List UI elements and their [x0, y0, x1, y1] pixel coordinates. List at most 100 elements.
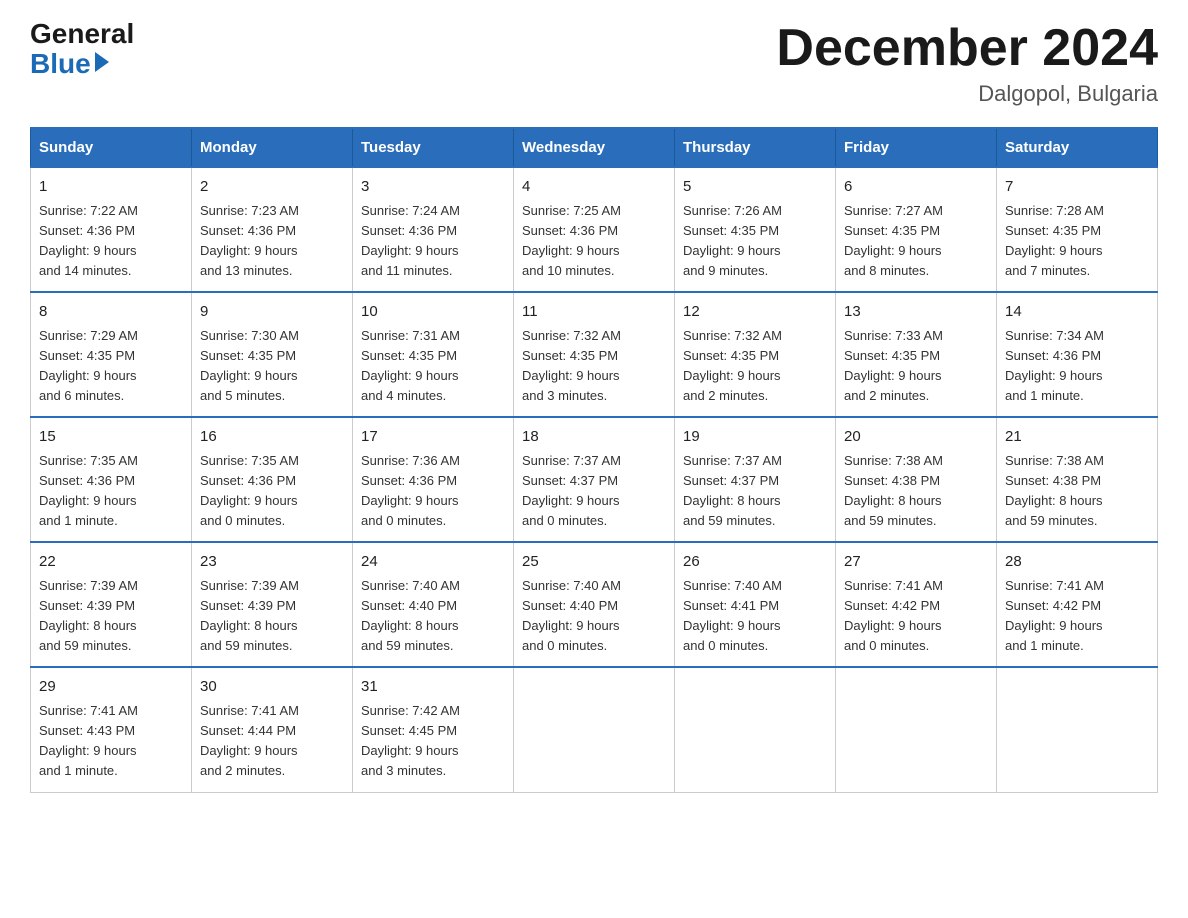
calendar-week-row: 15 Sunrise: 7:35 AMSunset: 4:36 PMDaylig…: [31, 417, 1158, 542]
location-subtitle: Dalgopol, Bulgaria: [776, 81, 1158, 107]
calendar-cell: 1 Sunrise: 7:22 AMSunset: 4:36 PMDayligh…: [31, 167, 192, 292]
page-header: General Blue December 2024 Dalgopol, Bul…: [30, 20, 1158, 107]
calendar-cell: [514, 667, 675, 792]
day-info: Sunrise: 7:37 AMSunset: 4:37 PMDaylight:…: [683, 453, 782, 528]
day-info: Sunrise: 7:32 AMSunset: 4:35 PMDaylight:…: [683, 328, 782, 403]
day-number: 13: [844, 301, 988, 324]
calendar-cell: 12 Sunrise: 7:32 AMSunset: 4:35 PMDaylig…: [675, 292, 836, 417]
day-info: Sunrise: 7:38 AMSunset: 4:38 PMDaylight:…: [844, 453, 943, 528]
day-info: Sunrise: 7:31 AMSunset: 4:35 PMDaylight:…: [361, 328, 460, 403]
day-number: 27: [844, 551, 988, 574]
day-info: Sunrise: 7:32 AMSunset: 4:35 PMDaylight:…: [522, 328, 621, 403]
day-info: Sunrise: 7:33 AMSunset: 4:35 PMDaylight:…: [844, 328, 943, 403]
day-number: 8: [39, 301, 183, 324]
day-number: 24: [361, 551, 505, 574]
day-info: Sunrise: 7:25 AMSunset: 4:36 PMDaylight:…: [522, 203, 621, 278]
weekday-header-thursday: Thursday: [675, 128, 836, 167]
calendar-cell: 7 Sunrise: 7:28 AMSunset: 4:35 PMDayligh…: [997, 167, 1158, 292]
month-title: December 2024: [776, 20, 1158, 77]
day-number: 9: [200, 301, 344, 324]
calendar-cell: 25 Sunrise: 7:40 AMSunset: 4:40 PMDaylig…: [514, 542, 675, 667]
calendar-cell: 4 Sunrise: 7:25 AMSunset: 4:36 PMDayligh…: [514, 167, 675, 292]
calendar-cell: 13 Sunrise: 7:33 AMSunset: 4:35 PMDaylig…: [836, 292, 997, 417]
day-number: 10: [361, 301, 505, 324]
title-block: December 2024 Dalgopol, Bulgaria: [776, 20, 1158, 107]
calendar-cell: 28 Sunrise: 7:41 AMSunset: 4:42 PMDaylig…: [997, 542, 1158, 667]
calendar-cell: [997, 667, 1158, 792]
day-info: Sunrise: 7:28 AMSunset: 4:35 PMDaylight:…: [1005, 203, 1104, 278]
day-info: Sunrise: 7:24 AMSunset: 4:36 PMDaylight:…: [361, 203, 460, 278]
weekday-header-row: SundayMondayTuesdayWednesdayThursdayFrid…: [31, 128, 1158, 167]
calendar-table: SundayMondayTuesdayWednesdayThursdayFrid…: [30, 127, 1158, 792]
calendar-cell: [675, 667, 836, 792]
day-number: 7: [1005, 176, 1149, 199]
calendar-cell: 3 Sunrise: 7:24 AMSunset: 4:36 PMDayligh…: [353, 167, 514, 292]
calendar-cell: 20 Sunrise: 7:38 AMSunset: 4:38 PMDaylig…: [836, 417, 997, 542]
day-number: 3: [361, 176, 505, 199]
calendar-cell: 18 Sunrise: 7:37 AMSunset: 4:37 PMDaylig…: [514, 417, 675, 542]
calendar-cell: 26 Sunrise: 7:40 AMSunset: 4:41 PMDaylig…: [675, 542, 836, 667]
day-number: 30: [200, 676, 344, 699]
day-info: Sunrise: 7:38 AMSunset: 4:38 PMDaylight:…: [1005, 453, 1104, 528]
day-number: 1: [39, 176, 183, 199]
calendar-cell: [836, 667, 997, 792]
day-info: Sunrise: 7:22 AMSunset: 4:36 PMDaylight:…: [39, 203, 138, 278]
weekday-header-sunday: Sunday: [31, 128, 192, 167]
weekday-header-monday: Monday: [192, 128, 353, 167]
calendar-week-row: 29 Sunrise: 7:41 AMSunset: 4:43 PMDaylig…: [31, 667, 1158, 792]
day-info: Sunrise: 7:41 AMSunset: 4:43 PMDaylight:…: [39, 703, 138, 778]
calendar-cell: 6 Sunrise: 7:27 AMSunset: 4:35 PMDayligh…: [836, 167, 997, 292]
day-info: Sunrise: 7:40 AMSunset: 4:41 PMDaylight:…: [683, 578, 782, 653]
calendar-week-row: 1 Sunrise: 7:22 AMSunset: 4:36 PMDayligh…: [31, 167, 1158, 292]
weekday-header-friday: Friday: [836, 128, 997, 167]
day-number: 14: [1005, 301, 1149, 324]
logo-general-text: General: [30, 20, 134, 48]
weekday-header-tuesday: Tuesday: [353, 128, 514, 167]
day-number: 28: [1005, 551, 1149, 574]
day-info: Sunrise: 7:29 AMSunset: 4:35 PMDaylight:…: [39, 328, 138, 403]
day-info: Sunrise: 7:42 AMSunset: 4:45 PMDaylight:…: [361, 703, 460, 778]
day-info: Sunrise: 7:41 AMSunset: 4:44 PMDaylight:…: [200, 703, 299, 778]
day-number: 2: [200, 176, 344, 199]
day-number: 17: [361, 426, 505, 449]
day-number: 5: [683, 176, 827, 199]
day-info: Sunrise: 7:39 AMSunset: 4:39 PMDaylight:…: [39, 578, 138, 653]
day-number: 23: [200, 551, 344, 574]
day-info: Sunrise: 7:40 AMSunset: 4:40 PMDaylight:…: [522, 578, 621, 653]
day-number: 29: [39, 676, 183, 699]
calendar-cell: 31 Sunrise: 7:42 AMSunset: 4:45 PMDaylig…: [353, 667, 514, 792]
calendar-cell: 14 Sunrise: 7:34 AMSunset: 4:36 PMDaylig…: [997, 292, 1158, 417]
day-number: 25: [522, 551, 666, 574]
day-number: 19: [683, 426, 827, 449]
weekday-header-saturday: Saturday: [997, 128, 1158, 167]
calendar-cell: 29 Sunrise: 7:41 AMSunset: 4:43 PMDaylig…: [31, 667, 192, 792]
day-info: Sunrise: 7:36 AMSunset: 4:36 PMDaylight:…: [361, 453, 460, 528]
day-number: 20: [844, 426, 988, 449]
day-number: 4: [522, 176, 666, 199]
calendar-cell: 24 Sunrise: 7:40 AMSunset: 4:40 PMDaylig…: [353, 542, 514, 667]
day-info: Sunrise: 7:41 AMSunset: 4:42 PMDaylight:…: [1005, 578, 1104, 653]
calendar-cell: 15 Sunrise: 7:35 AMSunset: 4:36 PMDaylig…: [31, 417, 192, 542]
day-info: Sunrise: 7:37 AMSunset: 4:37 PMDaylight:…: [522, 453, 621, 528]
calendar-cell: 27 Sunrise: 7:41 AMSunset: 4:42 PMDaylig…: [836, 542, 997, 667]
day-number: 15: [39, 426, 183, 449]
day-number: 16: [200, 426, 344, 449]
day-info: Sunrise: 7:23 AMSunset: 4:36 PMDaylight:…: [200, 203, 299, 278]
logo-blue-text: Blue: [30, 48, 109, 80]
calendar-cell: 21 Sunrise: 7:38 AMSunset: 4:38 PMDaylig…: [997, 417, 1158, 542]
calendar-cell: 17 Sunrise: 7:36 AMSunset: 4:36 PMDaylig…: [353, 417, 514, 542]
calendar-cell: 2 Sunrise: 7:23 AMSunset: 4:36 PMDayligh…: [192, 167, 353, 292]
calendar-cell: 5 Sunrise: 7:26 AMSunset: 4:35 PMDayligh…: [675, 167, 836, 292]
calendar-cell: 22 Sunrise: 7:39 AMSunset: 4:39 PMDaylig…: [31, 542, 192, 667]
day-info: Sunrise: 7:30 AMSunset: 4:35 PMDaylight:…: [200, 328, 299, 403]
day-number: 31: [361, 676, 505, 699]
calendar-cell: 16 Sunrise: 7:35 AMSunset: 4:36 PMDaylig…: [192, 417, 353, 542]
day-info: Sunrise: 7:35 AMSunset: 4:36 PMDaylight:…: [200, 453, 299, 528]
day-info: Sunrise: 7:35 AMSunset: 4:36 PMDaylight:…: [39, 453, 138, 528]
day-info: Sunrise: 7:40 AMSunset: 4:40 PMDaylight:…: [361, 578, 460, 653]
day-number: 26: [683, 551, 827, 574]
calendar-week-row: 8 Sunrise: 7:29 AMSunset: 4:35 PMDayligh…: [31, 292, 1158, 417]
day-info: Sunrise: 7:34 AMSunset: 4:36 PMDaylight:…: [1005, 328, 1104, 403]
day-number: 18: [522, 426, 666, 449]
calendar-cell: 23 Sunrise: 7:39 AMSunset: 4:39 PMDaylig…: [192, 542, 353, 667]
